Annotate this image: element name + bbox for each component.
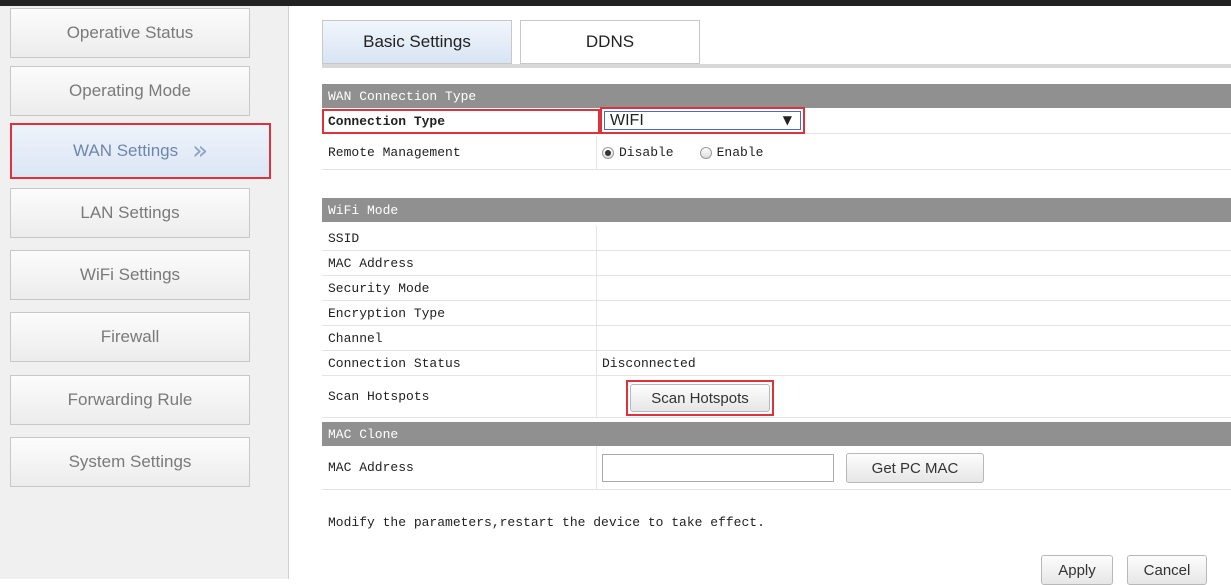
sidebar: Operative Status Operating Mode WAN Sett… xyxy=(0,6,289,579)
sidebar-item-wan-settings[interactable]: WAN Settings » xyxy=(10,123,271,179)
column-separator xyxy=(596,251,597,275)
tab-label: DDNS xyxy=(585,32,635,51)
dropdown-arrow-icon: ▼ xyxy=(782,113,792,127)
remote-management-options: Disable Enable xyxy=(602,136,789,169)
mac-address-input[interactable] xyxy=(602,454,834,482)
sidebar-item-firewall[interactable]: Firewall xyxy=(10,312,250,362)
double-chevron-right-icon: » xyxy=(192,136,209,166)
security-mode-label: Security Mode xyxy=(328,280,430,296)
row-security-mode: Security Mode xyxy=(322,276,1231,301)
column-separator xyxy=(596,326,597,350)
column-separator xyxy=(596,376,597,417)
sidebar-item-label: Operative Status xyxy=(66,23,194,42)
get-pc-mac-button[interactable]: Get PC MAC xyxy=(846,453,984,483)
radio-enable-label: Enable xyxy=(716,145,764,160)
connection-type-label: Connection Type xyxy=(328,113,446,129)
connection-type-value: WIFI xyxy=(610,111,644,129)
connection-type-select[interactable]: WIFI ▼ xyxy=(604,111,801,130)
scan-hotspots-button[interactable]: Scan Hotspots xyxy=(630,384,770,412)
row-scan-hotspots: Scan Hotspots xyxy=(322,376,1231,418)
tab-ddns[interactable]: DDNS xyxy=(520,20,700,64)
sidebar-item-label: System Settings xyxy=(68,452,192,471)
scan-hotspots-label: Scan Hotspots xyxy=(328,389,430,404)
sidebar-item-label: Firewall xyxy=(100,327,160,346)
section-header-wan: WAN Connection Type xyxy=(322,84,1231,108)
sidebar-item-label: WiFi Settings xyxy=(79,265,181,284)
column-separator xyxy=(596,351,597,375)
sidebar-item-system-settings[interactable]: System Settings xyxy=(10,437,250,487)
column-separator xyxy=(596,446,597,489)
sidebar-item-label: Forwarding Rule xyxy=(67,390,193,409)
main-panel: Basic Settings DDNS WAN Connection Type … xyxy=(290,6,1231,585)
sidebar-item-label: WAN Settings xyxy=(72,141,179,160)
ssid-label: SSID xyxy=(328,230,360,246)
row-mac-address: MAC Address xyxy=(322,251,1231,276)
radio-disable-label: Disable xyxy=(619,145,674,160)
tab-label: Basic Settings xyxy=(363,32,471,51)
radio-disable[interactable]: Disable xyxy=(602,145,674,160)
sidebar-item-operating-mode[interactable]: Operating Mode xyxy=(10,66,250,116)
row-ssid: SSID xyxy=(322,226,1231,251)
sidebar-item-label: LAN Settings xyxy=(80,203,180,222)
row-encryption-type: Encryption Type xyxy=(322,301,1231,326)
column-separator xyxy=(596,276,597,300)
cancel-button[interactable]: Cancel xyxy=(1127,555,1207,585)
connection-status-value: Disconnected xyxy=(602,355,696,371)
column-separator xyxy=(596,136,597,169)
connection-status-label: Connection Status xyxy=(328,355,461,371)
sidebar-item-wifi-settings[interactable]: WiFi Settings xyxy=(10,250,250,300)
remote-management-label: Remote Management xyxy=(328,145,461,160)
encryption-type-label: Encryption Type xyxy=(328,305,446,321)
row-connection-type: Connection Type WIFI ▼ xyxy=(322,107,1231,134)
row-channel: Channel xyxy=(322,326,1231,351)
restart-note: Modify the parameters,restart the device… xyxy=(328,514,765,530)
channel-label: Channel xyxy=(328,330,383,346)
sidebar-item-operative-status[interactable]: Operative Status xyxy=(10,8,250,58)
column-separator xyxy=(596,301,597,325)
radio-selected-icon xyxy=(602,146,614,159)
tab-basic-settings[interactable]: Basic Settings xyxy=(322,20,512,64)
column-separator xyxy=(596,226,597,250)
connection-type-select-highlight: WIFI ▼ xyxy=(600,107,805,134)
mac-clone-label: MAC Address xyxy=(328,460,414,475)
sidebar-item-lan-settings[interactable]: LAN Settings xyxy=(10,188,250,238)
row-connection-status: Connection Status Disconnected xyxy=(322,351,1231,376)
tab-underline xyxy=(322,64,1231,68)
row-remote-management: Remote Management Disable Enable xyxy=(322,136,1231,170)
sidebar-item-label: Operating Mode xyxy=(69,81,191,100)
section-header-wifi-mode: WiFi Mode xyxy=(322,198,1231,222)
section-header-mac-clone: MAC Clone xyxy=(322,422,1231,446)
apply-button[interactable]: Apply xyxy=(1041,555,1113,585)
sidebar-item-forwarding-rule[interactable]: Forwarding Rule xyxy=(10,375,250,425)
radio-unselected-icon xyxy=(699,146,712,159)
mac-address-label: MAC Address xyxy=(328,255,414,271)
radio-enable[interactable]: Enable xyxy=(699,145,764,160)
